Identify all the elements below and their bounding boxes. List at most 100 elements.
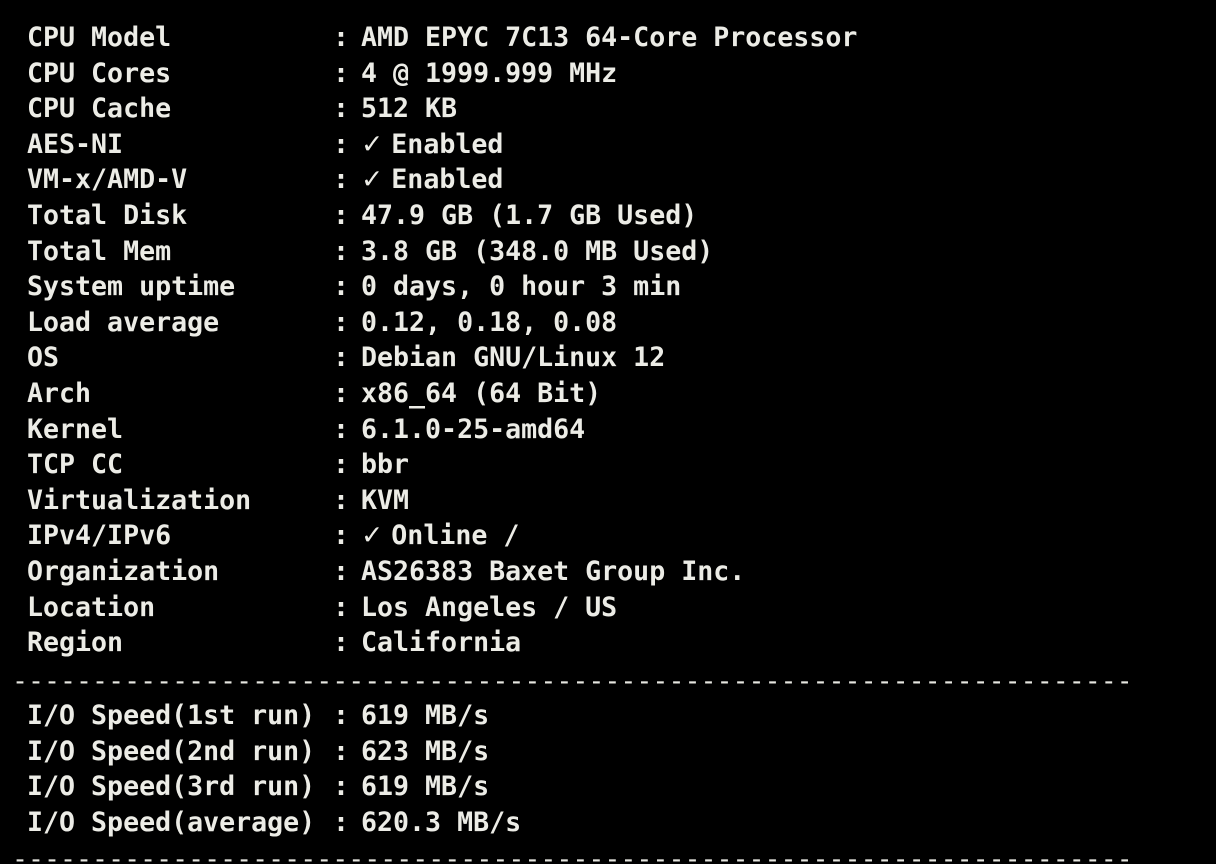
- info-label: Location: [27, 591, 156, 623]
- info-row-virtualization: Virtualization : KVM: [27, 483, 857, 519]
- info-row-uptime: System uptime : 0 days, 0 hour 3 min: [27, 269, 857, 305]
- info-value: Enabled: [391, 164, 504, 196]
- info-value: Debian GNU/Linux 12: [361, 342, 666, 374]
- separator-top: ----------------------------------------…: [12, 0, 1128, 15]
- info-row-cpu-model: CPU Model : AMD EPYC 7C13 64-Core Proces…: [27, 20, 857, 56]
- colon-separator: :: [333, 22, 350, 53]
- info-row-region: Region : California: [27, 625, 857, 661]
- info-row-total-mem: Total Mem : 3.8 GB (348.0 MB Used): [27, 234, 857, 270]
- io-label: I/O Speed(1st run): [27, 700, 316, 731]
- info-label: Total Mem: [27, 235, 172, 267]
- io-value: 619 MB/s: [361, 771, 490, 803]
- io-value: 619 MB/s: [361, 700, 490, 731]
- io-row-3rd-run: I/O Speed(3rd run) : 619 MB/s: [27, 769, 521, 805]
- io-label: I/O Speed(2nd run): [27, 735, 316, 767]
- info-label: OS: [27, 342, 60, 374]
- info-row-aes-ni: AES-NI : ✓ Enabled: [27, 127, 857, 163]
- io-speed-list: I/O Speed(1st run) : 619 MB/s I/O Speed(…: [27, 698, 521, 840]
- info-row-arch: Arch : x86_64 (64 Bit): [27, 376, 857, 412]
- colon-separator: :: [333, 306, 350, 338]
- info-row-os: OS : Debian GNU/Linux 12: [27, 340, 857, 376]
- info-label: System uptime: [27, 271, 236, 303]
- colon-separator: :: [333, 806, 350, 838]
- info-row-total-disk: Total Disk : 47.9 GB (1.7 GB Used): [27, 198, 857, 234]
- system-info-list: CPU Model : AMD EPYC 7C13 64-Core Proces…: [27, 20, 857, 661]
- info-label: CPU Model: [27, 22, 172, 53]
- info-label: Region: [27, 627, 124, 659]
- info-value: x86_64 (64 Bit): [361, 377, 602, 409]
- info-row-tcp-cc: TCP CC : bbr: [27, 447, 857, 483]
- info-label: Arch: [27, 377, 92, 409]
- separator-middle: ----------------------------------------…: [12, 666, 1128, 697]
- colon-separator: :: [333, 342, 350, 374]
- info-label: TCP CC: [27, 449, 124, 481]
- info-value: KVM: [361, 484, 410, 516]
- colon-separator: :: [333, 93, 350, 125]
- info-label: CPU Cores: [27, 57, 172, 89]
- colon-separator: :: [333, 57, 350, 89]
- info-value: Los Angeles / US: [361, 591, 618, 623]
- info-value: AS26383 Baxet Group Inc.: [361, 555, 746, 587]
- io-label: I/O Speed(average): [27, 806, 316, 838]
- info-label: VM-x/AMD-V: [27, 164, 188, 196]
- io-label: I/O Speed(3rd run): [27, 771, 316, 803]
- colon-separator: :: [333, 627, 350, 659]
- info-value: AMD EPYC 7C13 64-Core Processor: [361, 22, 858, 53]
- colon-separator: :: [333, 235, 350, 267]
- colon-separator: :: [333, 555, 350, 587]
- check-icon: ✓: [361, 128, 384, 160]
- colon-separator: :: [333, 199, 350, 231]
- info-row-kernel: Kernel : 6.1.0-25-amd64: [27, 412, 857, 448]
- info-row-load-average: Load average : 0.12, 0.18, 0.08: [27, 305, 857, 341]
- check-icon: ✓: [361, 520, 384, 552]
- colon-separator: :: [333, 771, 350, 803]
- info-value: California: [361, 627, 522, 659]
- io-row-2nd-run: I/O Speed(2nd run) : 623 MB/s: [27, 734, 521, 770]
- info-value: 4 @ 1999.999 MHz: [361, 57, 618, 89]
- info-label: Organization: [27, 555, 220, 587]
- colon-separator: :: [333, 700, 350, 731]
- colon-separator: :: [333, 413, 350, 445]
- colon-separator: :: [333, 271, 350, 303]
- colon-separator: :: [333, 591, 350, 623]
- io-value: 620.3 MB/s: [361, 806, 522, 838]
- terminal-window[interactable]: ----------------------------------------…: [0, 0, 1216, 864]
- io-value: 623 MB/s: [361, 735, 490, 767]
- info-value: 512 KB: [361, 93, 458, 125]
- info-value: Online /: [391, 520, 520, 552]
- info-value: 0 days, 0 hour 3 min: [361, 271, 682, 303]
- colon-separator: :: [333, 377, 350, 409]
- check-icon: ✓: [361, 164, 384, 196]
- colon-separator: :: [333, 449, 350, 481]
- info-label: IPv4/IPv6: [27, 520, 172, 552]
- info-label: Total Disk: [27, 199, 188, 231]
- info-row-organization: Organization : AS26383 Baxet Group Inc.: [27, 554, 857, 590]
- info-row-cpu-cores: CPU Cores : 4 @ 1999.999 MHz: [27, 56, 857, 92]
- info-label: Load average: [27, 306, 220, 338]
- info-label: AES-NI: [27, 128, 124, 160]
- info-value: 3.8 GB (348.0 MB Used): [361, 235, 714, 267]
- info-value-with-check: ✓ Enabled: [361, 162, 503, 198]
- colon-separator: :: [333, 520, 350, 552]
- info-label: Kernel: [27, 413, 124, 445]
- separator-bottom: ----------------------------------------…: [12, 844, 1128, 864]
- info-row-location: Location : Los Angeles / US: [27, 590, 857, 626]
- colon-separator: :: [333, 484, 350, 516]
- colon-separator: :: [333, 164, 350, 196]
- info-value: 47.9 GB (1.7 GB Used): [361, 199, 698, 231]
- io-row-average: I/O Speed(average) : 620.3 MB/s: [27, 805, 521, 841]
- info-value: 6.1.0-25-amd64: [361, 413, 586, 445]
- io-row-1st-run: I/O Speed(1st run) : 619 MB/s: [27, 698, 521, 734]
- info-value-with-check: ✓ Enabled: [361, 127, 503, 163]
- info-row-cpu-cache: CPU Cache : 512 KB: [27, 91, 857, 127]
- info-row-vm-x: VM-x/AMD-V : ✓ Enabled: [27, 162, 857, 198]
- colon-separator: :: [333, 128, 350, 160]
- info-value: bbr: [361, 449, 410, 481]
- info-value: Enabled: [391, 128, 504, 160]
- info-row-ipv4-ipv6: IPv4/IPv6 : ✓ Online /: [27, 518, 857, 554]
- colon-separator: :: [333, 735, 350, 767]
- info-value: 0.12, 0.18, 0.08: [361, 306, 618, 338]
- info-label: Virtualization: [27, 484, 252, 516]
- info-label: CPU Cache: [27, 93, 172, 125]
- info-value-with-check: ✓ Online /: [361, 518, 519, 554]
